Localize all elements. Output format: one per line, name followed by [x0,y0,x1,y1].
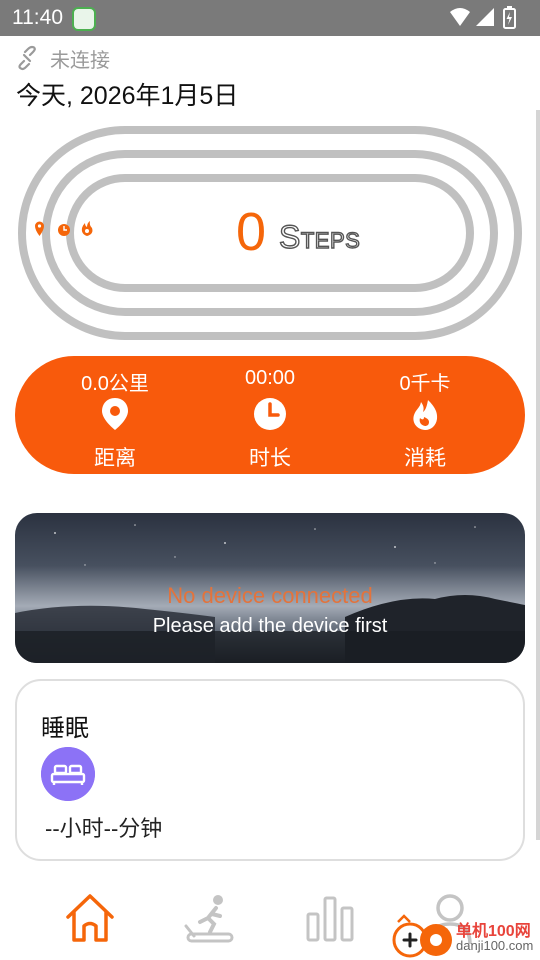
home-icon[interactable] [62,890,118,946]
watermark: 单机100网 danji100.com [390,912,540,960]
sleep-title: 睡眠 [41,715,89,742]
duration-value: 00:00 [244,367,296,389]
treadmill-icon[interactable] [182,890,238,946]
calories-label: 消耗 [404,447,446,470]
status-bar: 11:40 [0,0,540,36]
bar-chart-icon[interactable] [302,890,358,946]
clock-marker-icon [58,224,70,236]
status-time: 11:40 [12,6,63,29]
sleep-duration: --小时--分钟 [45,816,163,841]
status-icons [450,6,516,29]
broken-link-icon [18,45,36,71]
clock-icon [254,398,286,430]
scroll-indicator [536,110,540,840]
date-heading: 今天, 2026年1月5日 [16,82,239,110]
watermark-logo [392,914,452,958]
app-notification-icon [72,7,96,31]
flame-marker-icon [81,221,93,236]
steps-count: 0 [236,202,267,262]
distance-value: 0.0公里 [81,373,149,395]
stat-duration[interactable]: 00:00 时长 [185,356,355,474]
signal-icon [476,8,494,26]
location-pin-icon [102,398,128,430]
battery-icon [503,6,516,29]
sleep-card[interactable]: 睡眠 --小时--分钟 [15,679,525,861]
steps-unit: Steps [278,219,361,255]
distance-label: 距离 [94,447,136,470]
device-status-title: No device connected [167,583,373,608]
steps-track [18,126,522,340]
duration-label: 时长 [249,447,291,470]
flame-icon [413,400,438,430]
calories-value: 0千卡 [399,373,451,395]
stat-calories[interactable]: 0千卡 消耗 [340,356,510,474]
wifi-icon [450,8,470,26]
bed-icon [41,747,95,801]
connection-label: 未连接 [50,49,110,72]
activity-stats-card[interactable]: 0.0公里 距离 00:00 时长 0千卡 消耗 [15,356,525,474]
watermark-domain: danji100.com [456,938,534,953]
device-status-subtitle: Please add the device first [152,615,388,637]
stat-distance[interactable]: 0.0公里 距离 [30,356,200,474]
connection-status[interactable]: 未连接 [14,44,110,72]
device-banner[interactable]: No device connected Please add the devic… [15,513,525,663]
